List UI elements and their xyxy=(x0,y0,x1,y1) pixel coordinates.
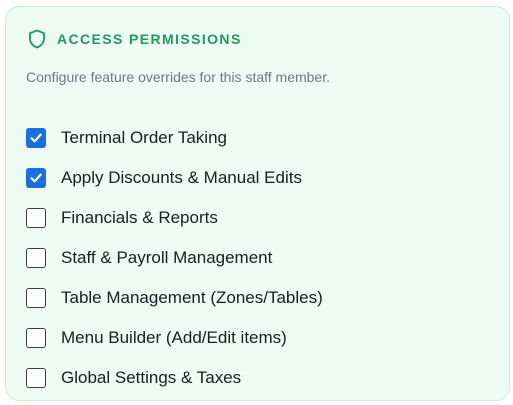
permission-label: Staff & Payroll Management xyxy=(61,248,273,267)
permission-label: Global Settings & Taxes xyxy=(61,368,242,387)
checkbox[interactable] xyxy=(26,368,46,388)
panel-title: ACCESS PERMISSIONS xyxy=(57,31,242,47)
permission-label: Terminal Order Taking xyxy=(61,128,227,147)
permission-label: Menu Builder (Add/Edit items) xyxy=(61,328,287,347)
checkbox[interactable] xyxy=(26,208,46,228)
permissions-list: Terminal Order Taking Apply Discounts & … xyxy=(26,118,496,398)
checkbox[interactable] xyxy=(26,248,46,268)
permission-staff-payroll[interactable]: Staff & Payroll Management xyxy=(26,238,496,278)
panel-header: ACCESS PERMISSIONS xyxy=(28,29,242,49)
checkbox[interactable] xyxy=(26,328,46,348)
permission-label: Apply Discounts & Manual Edits xyxy=(61,168,302,187)
access-permissions-panel: ACCESS PERMISSIONS Configure feature ove… xyxy=(5,6,510,401)
checkbox[interactable] xyxy=(26,288,46,308)
permission-financials-reports[interactable]: Financials & Reports xyxy=(26,198,496,238)
permission-apply-discounts[interactable]: Apply Discounts & Manual Edits xyxy=(26,158,496,198)
permission-global-settings[interactable]: Global Settings & Taxes xyxy=(26,358,496,398)
permission-label: Financials & Reports xyxy=(61,208,218,227)
permission-label: Table Management (Zones/Tables) xyxy=(61,288,323,307)
permission-table-management[interactable]: Table Management (Zones/Tables) xyxy=(26,278,496,318)
permission-menu-builder[interactable]: Menu Builder (Add/Edit items) xyxy=(26,318,496,358)
permission-terminal-order-taking[interactable]: Terminal Order Taking xyxy=(26,118,496,158)
shield-icon xyxy=(28,29,46,49)
checkbox[interactable] xyxy=(26,168,46,188)
panel-description: Configure feature overrides for this sta… xyxy=(26,69,330,85)
checkbox[interactable] xyxy=(26,128,46,148)
